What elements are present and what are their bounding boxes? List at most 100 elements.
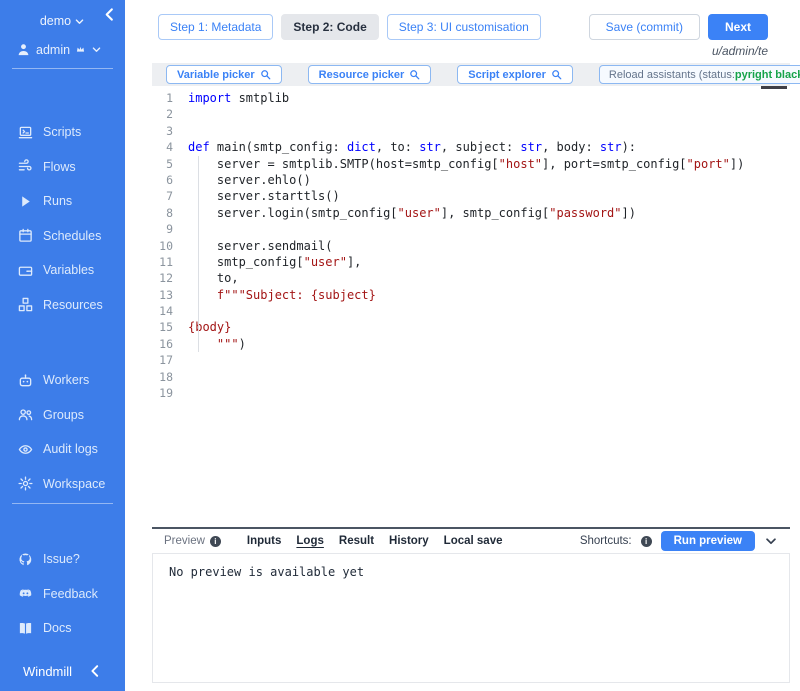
preview-tab-local-save[interactable]: Local save: [444, 535, 503, 547]
sidebar-item-flows[interactable]: Flows: [0, 150, 125, 185]
preview-tab-result[interactable]: Result: [339, 535, 374, 547]
sidebar-item-variables[interactable]: Variables: [0, 253, 125, 288]
sidebar-item-label: Schedules: [43, 229, 101, 243]
sidebar-divider: [12, 503, 113, 504]
collapse-preview-icon[interactable]: [764, 534, 778, 548]
picker-label: Variable picker: [177, 69, 255, 81]
code-line[interactable]: 14: [152, 303, 790, 319]
variable-picker-button[interactable]: Variable picker: [166, 65, 282, 84]
shortcuts-label: Shortcuts:: [580, 535, 632, 547]
line-content: [179, 369, 188, 385]
sidebar-item-label: Runs: [43, 194, 72, 208]
sidebar-divider: [12, 68, 113, 69]
reload-label: Reload assistants (status:: [609, 69, 735, 81]
sidebar-item-schedules[interactable]: Schedules: [0, 219, 125, 254]
code-line[interactable]: 12 to,: [152, 270, 790, 286]
crown-icon: [75, 44, 86, 55]
code-line[interactable]: 16 """): [152, 336, 790, 352]
line-number: 11: [152, 254, 179, 270]
main-panel: Step 1: Metadata Step 2: Code Step 3: UI c…: [152, 0, 790, 691]
line-content: f"""Subject: {subject}: [179, 287, 376, 303]
line-number: 12: [152, 270, 179, 286]
brand-row: Windmill: [0, 651, 125, 691]
search-icon: [260, 69, 271, 80]
save-commit-button[interactable]: Save (commit): [589, 14, 700, 40]
code-line[interactable]: 19: [152, 385, 790, 401]
picker-label: Resource picker: [319, 69, 405, 81]
sidebar-item-resources[interactable]: Resources: [0, 288, 125, 323]
line-number: 8: [152, 205, 179, 221]
run-preview-button[interactable]: Run preview: [661, 531, 755, 551]
code-line[interactable]: 18: [152, 369, 790, 385]
tab-step-1-metadata[interactable]: Step 1: Metadata: [158, 14, 273, 40]
code-line[interactable]: 8 server.login(smtp_config["user"], smtp…: [152, 205, 790, 221]
play-icon: [18, 194, 33, 209]
code-line[interactable]: 4def main(smtp_config: dict, to: str, su…: [152, 139, 790, 155]
picker-buttons: Variable picker Resource picker Script exp…: [166, 65, 573, 84]
resource-picker-button[interactable]: Resource picker: [308, 65, 432, 84]
next-button[interactable]: Next: [708, 14, 768, 40]
code-line[interactable]: 9: [152, 221, 790, 237]
chevron-down-icon: [74, 16, 85, 27]
code-line[interactable]: 15{body}: [152, 319, 790, 335]
workspace-name: demo: [40, 14, 71, 28]
code-line[interactable]: 13 f"""Subject: {subject}: [152, 287, 790, 303]
line-number: 3: [152, 123, 179, 139]
nav-primary: ScriptsFlows Runs Schedules Variables Resour…: [0, 115, 125, 322]
code-line[interactable]: 1import smtplib: [152, 90, 790, 106]
code-line[interactable]: 5 server = smtplib.SMTP(host=smtp_config…: [152, 156, 790, 172]
code-line[interactable]: 2: [152, 106, 790, 122]
search-icon: [551, 69, 562, 80]
sidebar-item-feedback[interactable]: Feedback: [0, 577, 125, 612]
robot-icon: [18, 373, 33, 388]
line-content: import smtplib: [179, 90, 289, 106]
preview-empty-message: No preview is available yet: [169, 565, 364, 579]
preview-tabs: Inputs Logs Result History Local save: [247, 535, 503, 547]
preview-tab-history[interactable]: History: [389, 535, 429, 547]
info-icon[interactable]: i: [641, 536, 652, 547]
code-line[interactable]: 10 server.sendmail(: [152, 238, 790, 254]
code-line[interactable]: 7 server.starttls(): [152, 188, 790, 204]
collapse-sidebar-bottom-icon[interactable]: [88, 664, 102, 678]
sidebar-item-label: Workers: [43, 373, 89, 387]
preview-tab-inputs[interactable]: Inputs: [247, 535, 282, 547]
user-menu[interactable]: admin: [16, 42, 125, 57]
script-explorer-button[interactable]: Script explorer: [457, 65, 573, 84]
line-number: 10: [152, 238, 179, 254]
sidebar-item-docs[interactable]: Docs: [0, 611, 125, 646]
preview-header: Preview i InputsLogsResultHistoryLocal s…: [152, 527, 790, 554]
info-icon[interactable]: i: [210, 536, 221, 547]
tab-step-2-code[interactable]: Step 2: Code: [281, 14, 378, 40]
reload-assistants-button[interactable]: Reload assistants (status: pyright black…: [599, 65, 800, 84]
sidebar-item-issue[interactable]: Issue?: [0, 542, 125, 577]
code-line[interactable]: 6 server.ehlo(): [152, 172, 790, 188]
code-line[interactable]: 17: [152, 352, 790, 368]
gear-icon: [18, 476, 33, 491]
line-content: def main(smtp_config: dict, to: str, sub…: [179, 139, 636, 155]
code-editor[interactable]: 1import smtplib234def main(smtp_config: …: [152, 86, 790, 527]
search-icon: [409, 69, 420, 80]
tab-step-3-ui-customisation[interactable]: Step 3: UI customisation: [387, 14, 541, 40]
line-number: 14: [152, 303, 179, 319]
sidebar-item-scripts[interactable]: Scripts: [0, 115, 125, 150]
preview-tab-logs[interactable]: Logs: [296, 535, 323, 547]
collapse-sidebar-icon[interactable]: [100, 7, 118, 25]
calendar-icon: [18, 228, 33, 243]
code-line[interactable]: 3: [152, 123, 790, 139]
sidebar-item-audit-logs[interactable]: Audit logs: [0, 432, 125, 467]
line-content: [179, 352, 188, 368]
line-content: server.starttls(): [179, 188, 340, 204]
code-line[interactable]: 11 smtp_config["user"],: [152, 254, 790, 270]
sidebar-item-workers[interactable]: Workers: [0, 363, 125, 398]
sidebar-item-runs[interactable]: Runs: [0, 184, 125, 219]
wind-icon: [18, 159, 33, 174]
assistant-status: pyright black: [735, 69, 800, 81]
sidebar-item-groups[interactable]: Groups: [0, 398, 125, 433]
sidebar-item-workspace[interactable]: Workspace: [0, 467, 125, 502]
step-tabs-row: Step 1: Metadata Step 2: Code Step 3: UI c…: [152, 14, 790, 40]
line-content: server.login(smtp_config["user"], smtp_c…: [179, 205, 636, 221]
line-content: [179, 385, 188, 401]
editor-scrollbar[interactable]: [761, 86, 787, 89]
sidebar-item-label: Groups: [43, 408, 84, 422]
sidebar-item-label: Variables: [43, 263, 94, 277]
